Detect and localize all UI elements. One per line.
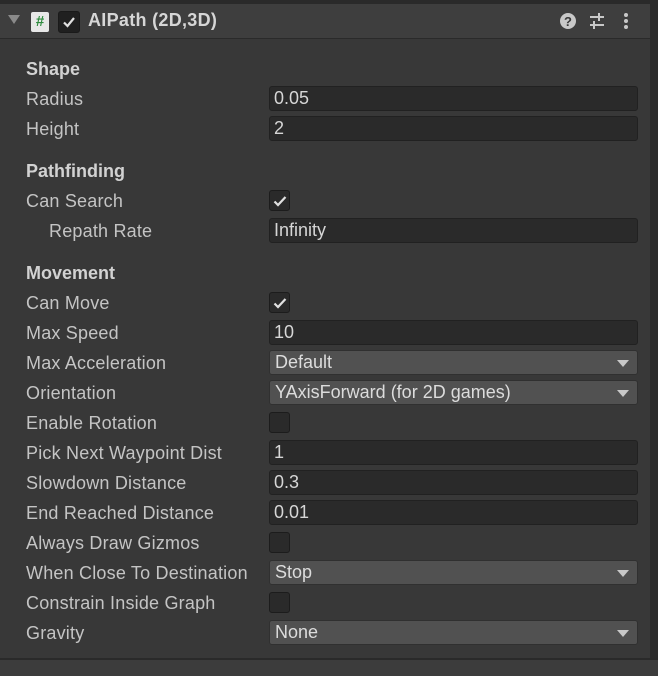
component-title: AIPath (2D,3D) bbox=[88, 10, 218, 30]
dropdown-arrow-icon bbox=[617, 570, 629, 577]
can-search-label: Can Search bbox=[26, 191, 124, 211]
dropdown-arrow-icon bbox=[617, 630, 629, 637]
max-speed-field[interactable]: 10 bbox=[269, 320, 638, 345]
section-header-shape: Shape bbox=[26, 59, 81, 79]
when-close-to-destination-dropdown[interactable]: Stop bbox=[269, 560, 638, 585]
can-move-label: Can Move bbox=[26, 293, 110, 313]
height-label: Height bbox=[26, 119, 80, 139]
gravity-label: Gravity bbox=[26, 623, 85, 643]
orientation-dropdown[interactable]: YAxisForward (for 2D games) bbox=[269, 380, 638, 405]
component-enabled-checkbox[interactable] bbox=[58, 11, 80, 33]
checkmark-icon bbox=[273, 196, 287, 207]
end-reached-distance-label: End Reached Distance bbox=[26, 503, 215, 523]
component-header[interactable]: # AIPath (2D,3D) ? bbox=[0, 4, 650, 39]
constrain-inside-graph-label: Constrain Inside Graph bbox=[26, 593, 216, 613]
dropdown-arrow-icon bbox=[617, 360, 629, 367]
enable-rotation-checkbox[interactable] bbox=[269, 412, 290, 433]
always-draw-gizmos-checkbox[interactable] bbox=[269, 532, 290, 553]
kebab-menu-icon[interactable] bbox=[616, 11, 636, 31]
pick-next-waypoint-dist-field[interactable]: 1 bbox=[269, 440, 638, 465]
dropdown-arrow-icon bbox=[617, 390, 629, 397]
foldout-arrow-icon[interactable] bbox=[8, 15, 20, 24]
checkmark-icon bbox=[273, 298, 287, 309]
can-search-checkbox[interactable] bbox=[269, 190, 290, 211]
slowdown-distance-label: Slowdown Distance bbox=[26, 473, 187, 493]
repath-rate-field[interactable]: Infinity bbox=[269, 218, 638, 243]
height-field[interactable]: 2 bbox=[269, 116, 638, 141]
scrollbar-track[interactable] bbox=[650, 0, 658, 674]
radius-field[interactable]: 0.05 bbox=[269, 86, 638, 111]
section-header-pathfinding: Pathfinding bbox=[26, 161, 125, 181]
orientation-label: Orientation bbox=[26, 383, 117, 403]
presets-icon[interactable] bbox=[587, 11, 607, 31]
max-acceleration-label: Max Acceleration bbox=[26, 353, 167, 373]
script-icon: # bbox=[31, 12, 49, 32]
when-close-to-destination-label: When Close To Destination bbox=[26, 563, 248, 583]
inspector-footer bbox=[0, 658, 658, 676]
always-draw-gizmos-label: Always Draw Gizmos bbox=[26, 533, 200, 553]
svg-text:?: ? bbox=[564, 14, 572, 29]
max-speed-label: Max Speed bbox=[26, 323, 119, 343]
slowdown-distance-field[interactable]: 0.3 bbox=[269, 470, 638, 495]
help-icon[interactable]: ? bbox=[558, 11, 578, 31]
max-acceleration-dropdown[interactable]: Default bbox=[269, 350, 638, 375]
repath-rate-label: Repath Rate bbox=[49, 221, 153, 241]
can-move-checkbox[interactable] bbox=[269, 292, 290, 313]
when-close-to-destination-value: Stop bbox=[275, 562, 313, 582]
section-header-movement: Movement bbox=[26, 263, 116, 283]
constrain-inside-graph-checkbox[interactable] bbox=[269, 592, 290, 613]
orientation-value: YAxisForward (for 2D games) bbox=[275, 382, 511, 402]
checkmark-icon bbox=[63, 17, 75, 28]
max-acceleration-value: Default bbox=[275, 352, 333, 372]
enable-rotation-label: Enable Rotation bbox=[26, 413, 158, 433]
end-reached-distance-field[interactable]: 0.01 bbox=[269, 500, 638, 525]
gravity-value: None bbox=[275, 622, 319, 642]
gravity-dropdown[interactable]: None bbox=[269, 620, 638, 645]
pick-next-waypoint-dist-label: Pick Next Waypoint Dist bbox=[26, 443, 222, 463]
radius-label: Radius bbox=[26, 89, 84, 109]
